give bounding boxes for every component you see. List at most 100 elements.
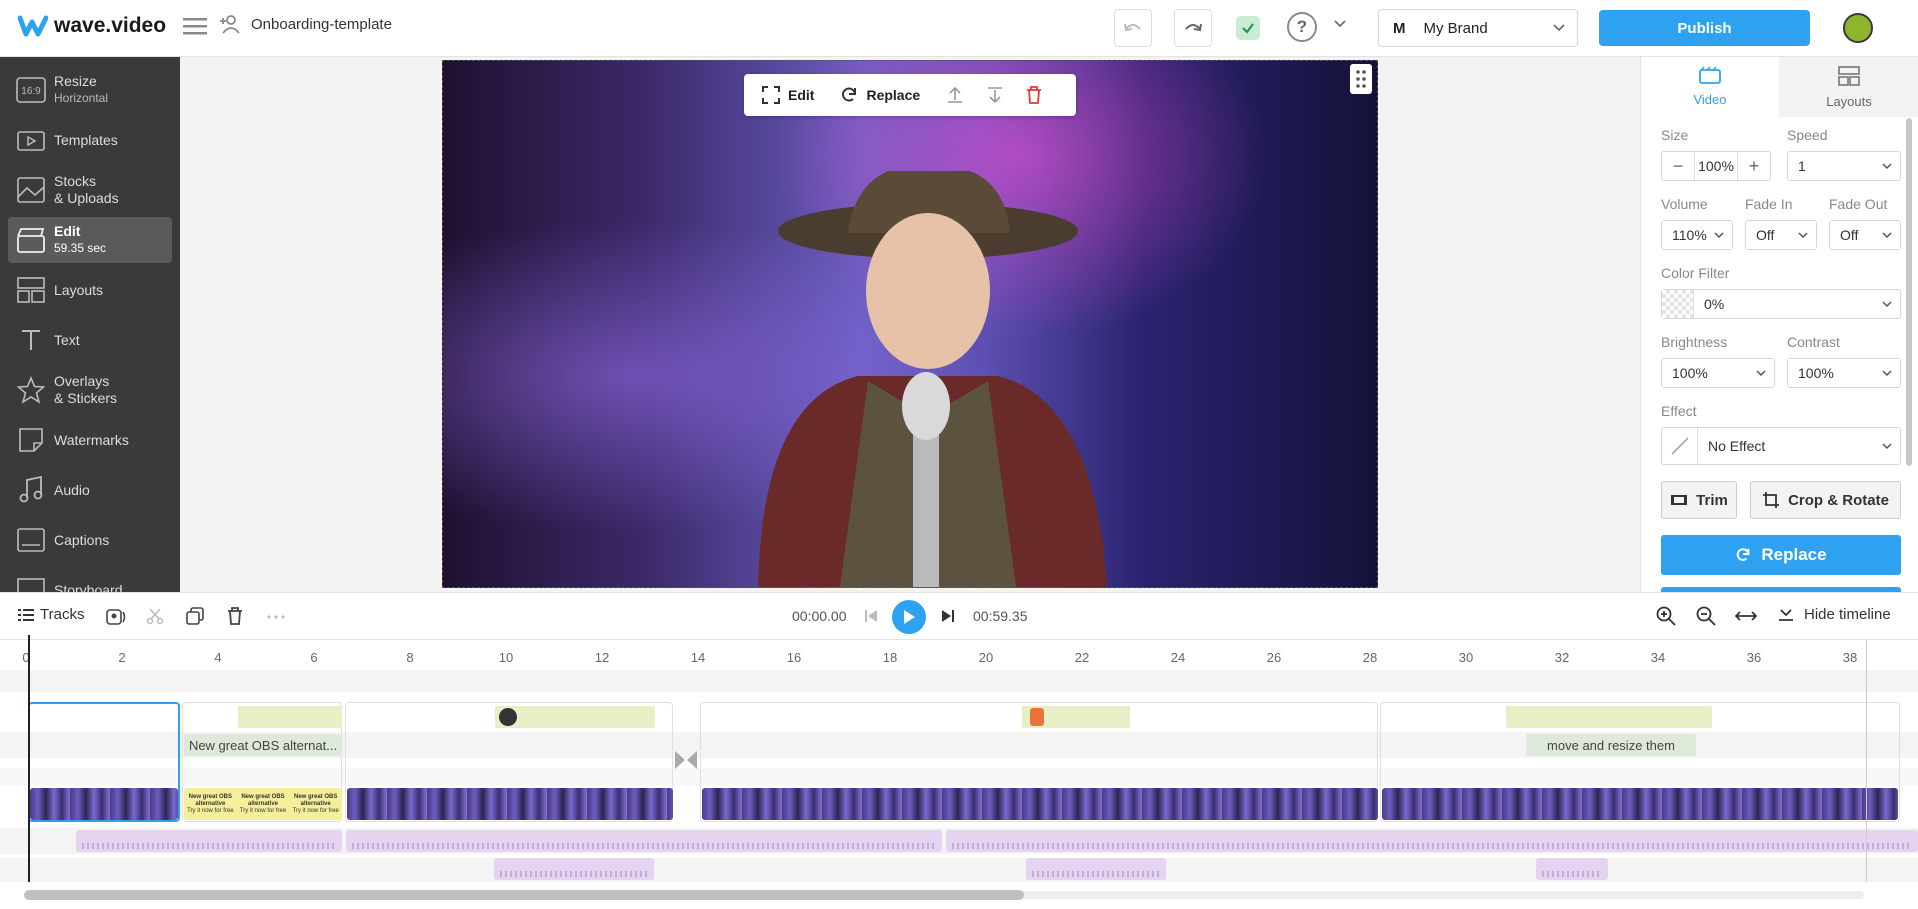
fadein-select[interactable]: Off xyxy=(1745,220,1817,250)
detach-audio-icon[interactable] xyxy=(106,607,128,627)
ruler-tick: 38 xyxy=(1842,650,1858,665)
brightness-value: 100% xyxy=(1672,365,1708,381)
sidebar-item-layouts[interactable]: Layouts xyxy=(8,267,172,313)
volume-select[interactable]: 110% xyxy=(1661,220,1733,250)
skip-back-icon[interactable] xyxy=(864,609,878,623)
trim-button[interactable]: Trim xyxy=(1661,481,1737,519)
sidebar-item-label: Captions xyxy=(54,531,110,548)
audio-clip[interactable] xyxy=(1536,858,1608,880)
minus-icon[interactable]: − xyxy=(1662,156,1694,177)
audio-clip[interactable] xyxy=(346,830,942,852)
zoom-in-icon[interactable] xyxy=(1656,606,1676,626)
audio-clip[interactable] xyxy=(494,858,654,880)
speed-select[interactable]: 1 xyxy=(1787,151,1901,181)
sidebar-item-captions[interactable]: Captions xyxy=(8,517,172,563)
trash-icon[interactable] xyxy=(227,607,243,625)
sidebar-item-storyboard[interactable]: Storyboard xyxy=(8,567,172,592)
contrast-select[interactable]: 100% xyxy=(1787,358,1901,388)
fit-width-icon[interactable] xyxy=(1735,610,1757,622)
send-backward-icon[interactable] xyxy=(986,86,1004,104)
publish-button[interactable]: Publish xyxy=(1599,10,1810,46)
sticker-clip[interactable] xyxy=(1022,706,1130,728)
chevron-down-icon xyxy=(1553,24,1565,32)
slide-filmstrip[interactable]: New great OBS alternative Try it now for … xyxy=(184,788,342,820)
video-preview[interactable] xyxy=(442,60,1378,588)
help-icon[interactable]: ? xyxy=(1287,12,1317,42)
hide-timeline-label: Hide timeline xyxy=(1804,606,1891,623)
tracks-button[interactable]: Tracks xyxy=(18,606,84,623)
hide-timeline-button[interactable]: Hide timeline xyxy=(1778,606,1891,623)
fadeout-label: Fade Out xyxy=(1829,196,1888,212)
transition-icon[interactable] xyxy=(674,750,698,770)
video-filmstrip[interactable] xyxy=(702,788,1378,820)
timeline-toolbar: Tracks 00:00.00 00:59.35 Hide timeline xyxy=(0,592,1918,640)
drag-handle-icon[interactable] xyxy=(1350,64,1372,94)
sidebar-item-watermarks[interactable]: Watermarks xyxy=(8,417,172,463)
redo-button[interactable] xyxy=(1174,9,1212,47)
audio-clip[interactable] xyxy=(946,830,1918,852)
video-filmstrip[interactable] xyxy=(1382,788,1898,820)
sticker-clip[interactable] xyxy=(495,706,655,728)
playhead[interactable] xyxy=(28,635,30,882)
timeline-scrollbar[interactable] xyxy=(24,890,1024,900)
colorfilter-select[interactable]: 0% xyxy=(1661,289,1901,319)
more-icon[interactable] xyxy=(267,615,285,619)
menu-icon[interactable] xyxy=(183,16,207,38)
music-note-icon xyxy=(8,476,54,504)
project-title[interactable]: Onboarding-template xyxy=(219,14,392,34)
replace-button[interactable]: Replace xyxy=(1661,535,1901,575)
brand-letter: M xyxy=(1393,19,1406,37)
ruler-tick: 30 xyxy=(1458,650,1474,665)
timeline-ruler[interactable]: 0 2 4 6 8 10 12 14 16 18 20 22 24 26 28 … xyxy=(0,640,1918,670)
video-filmstrip[interactable] xyxy=(347,788,673,820)
text-clip[interactable]: New great OBS alternat... xyxy=(184,734,342,756)
audio-clip[interactable] xyxy=(76,830,342,852)
skip-forward-icon[interactable] xyxy=(941,609,955,623)
effect-label: Effect xyxy=(1661,403,1697,419)
app-logo[interactable]: wave.video xyxy=(18,14,166,38)
sidebar-item-overlays[interactable]: Overlays & Stickers xyxy=(8,367,172,413)
zoom-out-icon[interactable] xyxy=(1696,606,1716,626)
canvas-edit-button[interactable]: Edit xyxy=(762,86,814,104)
no-effect-icon xyxy=(1662,428,1698,464)
crop-rotate-button[interactable]: Crop & Rotate xyxy=(1750,481,1901,519)
brand-selector[interactable]: M My Brand xyxy=(1378,9,1578,47)
sidebar-item-label: Edit xyxy=(54,223,81,239)
trash-icon[interactable] xyxy=(1026,86,1042,104)
tab-layouts[interactable]: Layouts xyxy=(1779,57,1918,117)
sidebar-item-audio[interactable]: Audio xyxy=(8,467,172,513)
plus-icon[interactable]: + xyxy=(1738,156,1770,177)
sidebar-item-text[interactable]: Text xyxy=(8,317,172,363)
duplicate-icon[interactable] xyxy=(186,607,204,625)
user-avatar[interactable] xyxy=(1843,13,1873,43)
sticker-clip[interactable] xyxy=(1506,706,1712,728)
sidebar-item-edit[interactable]: Edit 59.35 sec xyxy=(8,217,172,263)
sidebar-item-stocks[interactable]: Stocks & Uploads xyxy=(8,167,172,213)
audio-clip[interactable] xyxy=(1026,858,1166,880)
fadeout-select[interactable]: Off xyxy=(1829,220,1901,250)
sidebar-item-templates[interactable]: Templates xyxy=(8,117,172,163)
chevron-down-icon xyxy=(1882,163,1892,170)
play-button[interactable] xyxy=(892,600,926,634)
sidebar-item-label: Watermarks xyxy=(54,431,129,448)
tab-video[interactable]: Video xyxy=(1641,57,1779,117)
add-user-icon xyxy=(220,15,240,34)
panel-scrollbar[interactable] xyxy=(1906,118,1912,466)
scissors-icon[interactable] xyxy=(146,607,164,625)
chevron-down-icon xyxy=(1882,232,1892,239)
trim-icon xyxy=(1671,495,1688,505)
sidebar-item-resize[interactable]: 16:9 Resize Horizontal xyxy=(8,67,172,113)
video-filmstrip[interactable] xyxy=(30,788,178,820)
size-stepper[interactable]: − 100% + xyxy=(1661,151,1771,181)
trim-label: Trim xyxy=(1696,491,1728,509)
chevron-down-icon[interactable] xyxy=(1334,20,1346,28)
canvas-replace-button[interactable]: Replace xyxy=(840,86,920,104)
size-value[interactable]: 100% xyxy=(1694,152,1738,180)
star-icon xyxy=(8,376,54,404)
undo-button[interactable] xyxy=(1114,9,1152,47)
brightness-select[interactable]: 100% xyxy=(1661,358,1775,388)
text-clip[interactable]: move and resize them xyxy=(1526,734,1696,756)
sticker-clip[interactable] xyxy=(238,706,342,728)
bring-forward-icon[interactable] xyxy=(946,86,964,104)
effect-select[interactable]: No Effect xyxy=(1661,427,1901,465)
